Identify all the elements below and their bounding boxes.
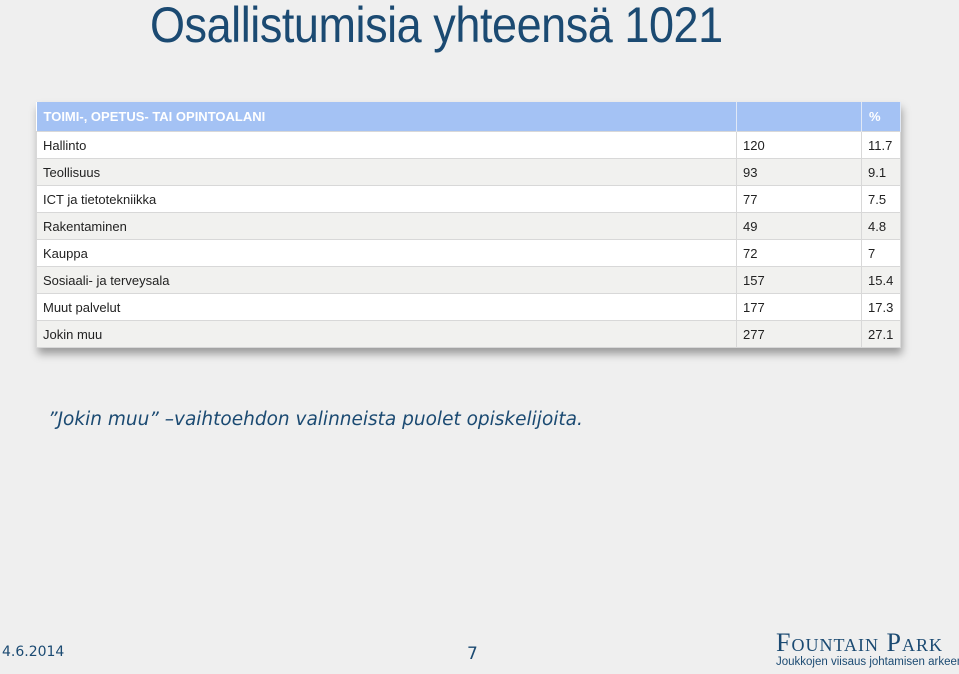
table-row: Sosiaali- ja terveysala 157 15.4 bbox=[36, 266, 901, 294]
table-row: Hallinto 120 11.7 bbox=[36, 131, 901, 159]
cell-count: 277 bbox=[736, 320, 862, 348]
slide-date: 4.6.2014 bbox=[2, 644, 65, 660]
cell-count: 49 bbox=[736, 212, 862, 240]
header-field: TOIMI-, OPETUS- TAI OPINTOALANI bbox=[36, 102, 737, 132]
cell-label: Rakentaminen bbox=[36, 212, 737, 240]
header-count bbox=[736, 102, 862, 132]
cell-label: ICT ja tietotekniikka bbox=[36, 185, 737, 213]
table-row: ICT ja tietotekniikka 77 7.5 bbox=[36, 185, 901, 213]
cell-count: 157 bbox=[736, 266, 862, 294]
table-header-row: TOIMI-, OPETUS- TAI OPINTOALANI % bbox=[36, 102, 901, 132]
fountain-park-logo: Fountain Park Joukkojen viisaus johtamis… bbox=[776, 630, 959, 669]
table-row: Teollisuus 93 9.1 bbox=[36, 158, 901, 186]
cell-label: Sosiaali- ja terveysala bbox=[36, 266, 737, 294]
cell-percent: 17.3 bbox=[861, 293, 901, 321]
cell-count: 93 bbox=[736, 158, 862, 186]
page-number: 7 bbox=[467, 644, 478, 664]
table-row: Muut palvelut 177 17.3 bbox=[36, 293, 901, 321]
cell-label: Hallinto bbox=[36, 131, 737, 159]
slide-title: Osallistumisia yhteensä 1021 bbox=[150, 0, 723, 53]
note-text: ”Jokin muu” –vaihtoehdon valinneista puo… bbox=[48, 409, 583, 430]
cell-label: Jokin muu bbox=[36, 320, 737, 348]
table-body: Hallinto 120 11.7 Teollisuus 93 9.1 ICT ja tie… bbox=[36, 131, 901, 348]
cell-count: 72 bbox=[736, 239, 862, 267]
logo-tagline: Joukkojen viisaus johtamisen arkeen bbox=[776, 656, 959, 668]
cell-count: 77 bbox=[736, 185, 862, 213]
cell-count: 177 bbox=[736, 293, 862, 321]
cell-label: Kauppa bbox=[36, 239, 737, 267]
cell-label: Muut palvelut bbox=[36, 293, 737, 321]
cell-count: 120 bbox=[736, 131, 862, 159]
header-percent: % bbox=[861, 102, 901, 132]
table-row: Kauppa 72 7 bbox=[36, 239, 901, 267]
table-row: Rakentaminen 49 4.8 bbox=[36, 212, 901, 240]
cell-percent: 27.1 bbox=[861, 320, 901, 348]
results-table-container: TOIMI-, OPETUS- TAI OPINTOALANI % Hallin… bbox=[36, 102, 901, 348]
cell-percent: 7.5 bbox=[861, 185, 901, 213]
logo-wordmark: Fountain Park bbox=[776, 630, 959, 656]
cell-percent: 4.8 bbox=[861, 212, 901, 240]
cell-percent: 11.7 bbox=[861, 131, 901, 159]
table-row: Jokin muu 277 27.1 bbox=[36, 320, 901, 348]
cell-percent: 9.1 bbox=[861, 158, 901, 186]
results-table: TOIMI-, OPETUS- TAI OPINTOALANI % Hallin… bbox=[36, 102, 901, 348]
cell-label: Teollisuus bbox=[36, 158, 737, 186]
cell-percent: 15.4 bbox=[861, 266, 901, 294]
cell-percent: 7 bbox=[861, 239, 901, 267]
logo-main-text: Fountain Park bbox=[776, 628, 943, 657]
